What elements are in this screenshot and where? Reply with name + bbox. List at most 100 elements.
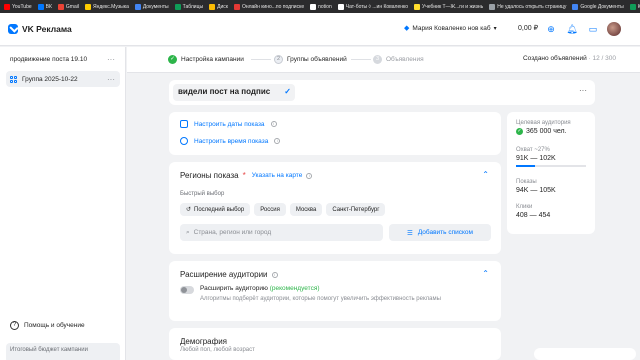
quick-select-chips: ↺ Последний выбор Россия Москва Санкт-Пе…: [180, 203, 386, 216]
bookmark-item[interactable]: Gmail: [57, 3, 79, 10]
steps-bar: ✓ Настройка кампании 2 Группы объявлений…: [127, 47, 640, 73]
sidebar-item-group[interactable]: Группа 2025-10-22 ···: [6, 71, 120, 87]
info-icon[interactable]: i: [274, 138, 281, 144]
more-icon[interactable]: ···: [107, 75, 115, 84]
ads-created-counter: Создано объявлений · 12 / 300: [523, 55, 616, 62]
bookmarks-bar: YouTube ВК Gmail Яндекс.Музыка Документы Табл…: [0, 0, 640, 13]
bookmark-item[interactable]: Онлайн кино...по подписке: [233, 3, 305, 10]
reach-bar-fill: [516, 165, 535, 167]
group-name-value: видели пост на подпис: [178, 87, 271, 96]
group-name-input[interactable]: видели пост на подпис ✓: [173, 84, 295, 101]
step-ad-groups[interactable]: 2 Группы объявлений: [274, 55, 347, 64]
add-list-button[interactable]: ☰ Добавить списком: [389, 224, 491, 241]
schedule-card: Настроить даты показа i Настроить время …: [169, 112, 501, 155]
bookmark-label: Google Документы: [580, 3, 624, 10]
set-time-link[interactable]: Настроить время показа i: [180, 137, 281, 145]
cabinet-icon[interactable]: ▭: [587, 23, 599, 35]
region-search-placeholder: Страна, регион или город: [193, 229, 272, 236]
required-mark: *: [242, 171, 246, 180]
target-audience-label: Целевая аудитория: [516, 120, 571, 126]
expansion-toggle-row: Расширить аудиторию (рекомендуется): [180, 285, 320, 294]
bookmark-item[interactable]: Диск: [209, 3, 228, 10]
bookmark-item[interactable]: Копия АНКЕТА (Ответы) - Google Таблицы: [629, 3, 640, 10]
confirm-check-icon[interactable]: ✓: [284, 87, 291, 96]
step-ads[interactable]: 3 Объявления: [373, 55, 424, 64]
chevron-down-icon: ▾: [493, 25, 497, 32]
chevron-up-icon[interactable]: ⌃: [482, 170, 489, 179]
chip-moscow[interactable]: Москва: [289, 203, 323, 216]
bookmark-label: Онлайн кино...по подписке: [241, 3, 305, 10]
history-icon: ↺: [186, 207, 192, 213]
clicks: Клики 408 — 454: [516, 204, 550, 219]
bookmark-icon: [629, 3, 636, 10]
step-label: Группы объявлений: [287, 56, 347, 63]
grid-icon: [10, 75, 17, 83]
more-icon[interactable]: ···: [579, 86, 587, 95]
info-icon[interactable]: i: [306, 172, 313, 179]
expansion-description: Алгоритмы подберёт аудитории, которые по…: [200, 296, 441, 302]
bookmark-icon: [174, 3, 181, 10]
region-search-input[interactable]: ⌕ Страна, регион или город: [180, 224, 383, 241]
target-audience-value-row: ✓ 365 000 чел.: [516, 128, 571, 135]
demography-card[interactable]: Демография Любой пол, любой возраст: [169, 328, 501, 360]
list-icon: ☰: [406, 229, 413, 237]
sidebar-item-campaign[interactable]: продвижение поста 19.10 ···: [6, 51, 120, 67]
regions-title-text: Регионы показа: [180, 171, 239, 180]
add-funds-icon[interactable]: ⊕: [545, 23, 557, 35]
bookmark-label: YouTube: [12, 3, 32, 10]
clicks-label: Клики: [516, 204, 533, 210]
bookmark-icon: [337, 3, 344, 10]
bookmark-label: Яндекс.Музыка: [92, 3, 129, 10]
info-icon[interactable]: i: [271, 271, 278, 278]
bookmark-icon: [233, 3, 240, 10]
bookmark-icon: [414, 3, 421, 10]
bookmark-icon: [57, 3, 64, 10]
bookmark-icon: [84, 3, 91, 10]
avatar[interactable]: [607, 22, 621, 36]
bookmark-item[interactable]: notion: [310, 3, 332, 10]
help-link[interactable]: ? Помощь и обучение: [10, 321, 85, 330]
chip-spb[interactable]: Санкт-Петербург: [326, 203, 386, 216]
reach-value: 91K — 102K: [516, 155, 556, 162]
expansion-title: Расширение аудитории i: [180, 270, 278, 279]
reach-bar: [516, 165, 586, 167]
bookmark-item[interactable]: Google Документы: [572, 3, 624, 10]
expansion-toggle[interactable]: [180, 286, 194, 294]
map-link[interactable]: Указать на карте: [252, 172, 303, 179]
created-label: Создано объявлений: [522, 55, 587, 62]
step-campaign-settings[interactable]: ✓ Настройка кампании: [168, 55, 244, 64]
check-circle-icon: ✓: [516, 128, 523, 135]
step-label: Объявления: [386, 56, 424, 63]
chip-last-choice[interactable]: ↺ Последний выбор: [180, 203, 251, 216]
audience-expansion-card: Расширение аудитории i ⌃ Расширить аудит…: [169, 261, 501, 321]
reach-label: Охват ~27%: [516, 147, 550, 153]
bookmark-item[interactable]: Чат-боты ◊ ...ин Коваленко: [337, 3, 409, 10]
bookmark-item[interactable]: YouTube: [4, 3, 32, 10]
set-time-label: Настроить время показа: [194, 137, 269, 145]
vk-ads-logo[interactable]: VK Реклама: [8, 24, 72, 34]
sidebar: продвижение поста 19.10 ··· Группа 2025-…: [0, 47, 126, 360]
bookmark-item[interactable]: Учебник Т—Ж...ги и жизнь: [414, 3, 483, 10]
bookmark-item[interactable]: Яндекс.Музыка: [84, 3, 129, 10]
bookmark-item[interactable]: ВК: [37, 3, 52, 10]
bookmark-item[interactable]: Таблицы: [174, 3, 203, 10]
bookmark-icon: [134, 3, 141, 10]
step-number: 3: [373, 55, 382, 64]
check-circle-icon: ✓: [168, 55, 177, 64]
chevron-up-icon[interactable]: ⌃: [482, 269, 489, 278]
bell-icon[interactable]: 🔔︎: [566, 23, 578, 35]
more-icon[interactable]: ···: [107, 55, 115, 64]
clicks-value: 408 — 454: [516, 212, 551, 219]
bookmark-label: Чат-боты ◊ ...ин Коваленко: [345, 3, 409, 10]
budget-summary: Итоговый бюджет кампании: [6, 343, 120, 360]
bookmark-icon: [310, 3, 317, 10]
group-name-card: видели пост на подпис ✓ ···: [169, 80, 595, 105]
info-icon[interactable]: i: [270, 121, 277, 127]
account-selector[interactable]: ◆ Мария Коваленко нов каб ▾: [404, 24, 497, 33]
chip-russia[interactable]: Россия: [254, 203, 286, 216]
balance[interactable]: 0,00 ₽: [518, 24, 538, 32]
bookmark-item[interactable]: Не удалось открыть страницу: [489, 3, 566, 10]
bookmark-icon: [489, 3, 496, 10]
set-dates-link[interactable]: Настроить даты показа i: [180, 120, 277, 128]
bookmark-item[interactable]: Документы: [134, 3, 169, 10]
